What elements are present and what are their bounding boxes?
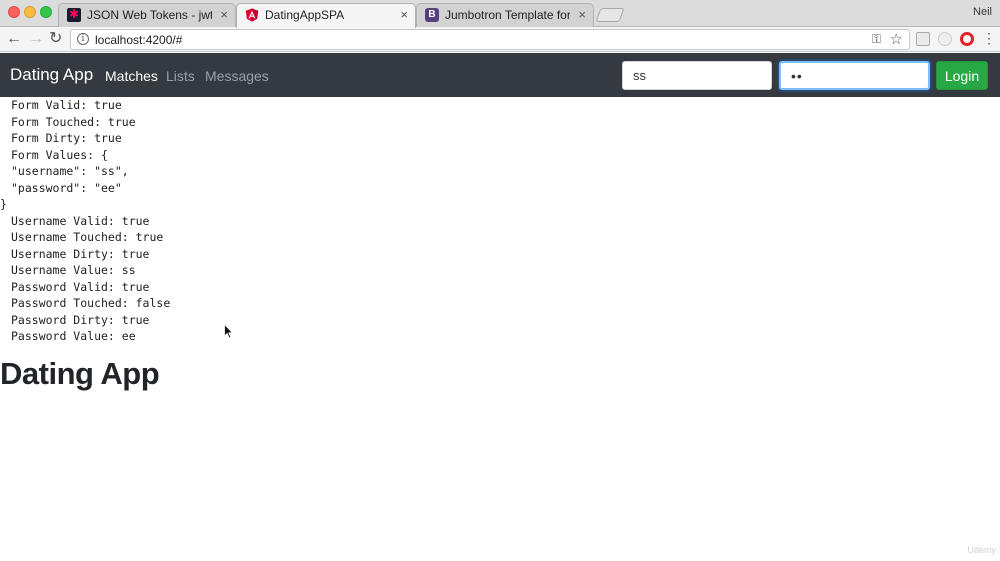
bookmark-star-icon[interactable]: ☆ bbox=[890, 30, 903, 48]
debug-line: Username Touched: true bbox=[11, 230, 164, 244]
debug-line: Password Touched: false bbox=[11, 296, 171, 310]
debug-line: Password Dirty: true bbox=[11, 312, 150, 327]
browser-tab-strip: JSON Web Tokens - jwt.io × DatingAppSPA … bbox=[0, 0, 1000, 28]
page-heading: Dating App bbox=[0, 356, 160, 391]
zoom-window-icon[interactable] bbox=[40, 6, 52, 18]
tab-close-icon[interactable]: × bbox=[220, 7, 228, 22]
tab-close-icon[interactable]: × bbox=[578, 7, 586, 22]
key-icon[interactable]: ⚿ bbox=[872, 32, 881, 47]
debug-line: Username Valid: true bbox=[11, 213, 150, 228]
debug-line: Form Touched: true bbox=[11, 114, 136, 129]
debug-line: Password Value: ee bbox=[11, 329, 136, 343]
watermark-logo: Udemy bbox=[967, 545, 996, 555]
opera-extension-icon[interactable] bbox=[960, 32, 974, 46]
debug-line: Username Value: ss bbox=[11, 263, 136, 277]
login-button[interactable]: Login bbox=[936, 61, 988, 90]
nav-link-messages[interactable]: Messages bbox=[205, 68, 269, 84]
debug-line: Form Dirty: true bbox=[11, 131, 122, 145]
nav-link-matches[interactable]: Matches bbox=[105, 68, 158, 84]
forward-arrow-icon[interactable]: → bbox=[28, 30, 44, 48]
debug-line: Form Valid: true bbox=[11, 98, 122, 112]
app-navbar: Dating App Matches Lists Messages Login bbox=[0, 53, 1000, 97]
reload-icon[interactable]: ↻ bbox=[49, 30, 62, 48]
browser-tab-jumbotron[interactable]: B Jumbotron Template for Boots × bbox=[416, 3, 594, 27]
extension-icon[interactable] bbox=[916, 32, 930, 46]
jwt-favicon-icon bbox=[67, 7, 81, 22]
navbar-brand[interactable]: Dating App bbox=[10, 65, 93, 85]
tab-close-icon[interactable]: × bbox=[400, 7, 408, 22]
username-input[interactable] bbox=[622, 61, 772, 90]
tab-title: JSON Web Tokens - jwt.io bbox=[87, 8, 212, 22]
close-window-icon[interactable] bbox=[8, 6, 20, 18]
browser-menu-icon[interactable]: ⋮ bbox=[982, 30, 996, 47]
browser-tab-jwt[interactable]: JSON Web Tokens - jwt.io × bbox=[58, 3, 236, 27]
debug-line: "password": "ee" bbox=[11, 180, 122, 195]
new-tab-button[interactable] bbox=[595, 8, 625, 22]
browser-toolbar: ← → ↻ i localhost:4200/# ⚿ ☆ ⋮ bbox=[0, 27, 1000, 52]
extension-icon[interactable] bbox=[938, 32, 952, 46]
debug-line: Form Values: { bbox=[11, 147, 108, 162]
debug-line: Password Valid: true bbox=[11, 279, 150, 294]
tab-title: DatingAppSPA bbox=[265, 8, 345, 22]
minimize-window-icon[interactable] bbox=[24, 6, 36, 18]
debug-line: } bbox=[0, 197, 7, 211]
back-arrow-icon[interactable]: ← bbox=[6, 30, 22, 48]
password-input[interactable] bbox=[779, 61, 930, 90]
tab-title: Jumbotron Template for Boots bbox=[445, 8, 570, 22]
profile-name[interactable]: Neil bbox=[973, 6, 992, 18]
browser-tab-datingapp[interactable]: DatingAppSPA × bbox=[236, 3, 416, 28]
info-icon[interactable]: i bbox=[77, 33, 89, 45]
address-url[interactable]: localhost:4200/# bbox=[95, 33, 182, 47]
form-debug-output: Form Valid: true Form Touched: true Form… bbox=[0, 97, 400, 345]
debug-line: "username": "ss", bbox=[11, 164, 129, 178]
mouse-pointer-icon bbox=[224, 324, 234, 339]
address-bar[interactable]: i localhost:4200/# ⚿ ☆ bbox=[70, 29, 910, 50]
debug-line: Username Dirty: true bbox=[11, 246, 150, 261]
nav-link-lists[interactable]: Lists bbox=[166, 68, 195, 84]
bootstrap-favicon-icon: B bbox=[425, 8, 439, 22]
angular-favicon-icon bbox=[245, 8, 259, 22]
